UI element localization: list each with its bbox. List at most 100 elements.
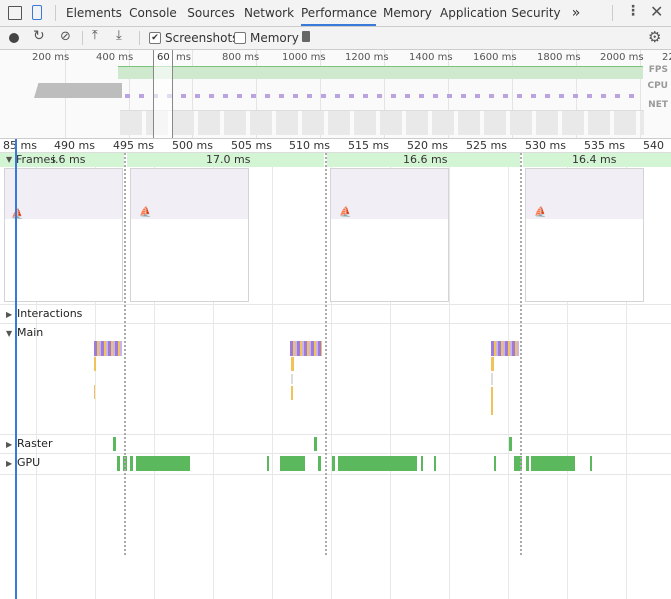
raster-task[interactable] <box>314 437 317 451</box>
frame-screenshot[interactable]: ⛵ <box>330 168 449 302</box>
fps-graph <box>118 66 643 79</box>
selection-duration: 60 <box>157 52 170 63</box>
clear-icon[interactable]: ⊘ <box>60 29 71 44</box>
cpu-area <box>34 83 122 98</box>
tab-elements[interactable]: Elements <box>66 0 122 26</box>
close-icon[interactable]: ✕ <box>650 2 663 21</box>
boat-icon: ⛵ <box>534 207 547 218</box>
gpu-task[interactable] <box>421 456 423 471</box>
overview-tick: 800 ms <box>222 52 260 63</box>
interactions-section-label: Interactions <box>17 307 83 320</box>
ruler-tick: 520 ms <box>407 139 448 152</box>
main-task-block[interactable] <box>94 385 95 399</box>
ruler-tick: 490 ms <box>54 139 95 152</box>
reload-icon[interactable]: ↻ <box>33 28 45 44</box>
trash-icon[interactable] <box>302 31 310 42</box>
settings-gear-icon[interactable]: ⚙ <box>648 28 661 46</box>
gpu-task[interactable] <box>117 456 120 471</box>
tab-console[interactable]: Console <box>128 0 178 26</box>
main-task-block[interactable] <box>491 373 493 385</box>
main-collapse-icon[interactable]: ▼ <box>6 329 12 338</box>
ruler-tick: 510 ms <box>289 139 330 152</box>
timeline-cursor[interactable] <box>15 139 17 599</box>
gpu-task[interactable] <box>318 456 321 471</box>
main-task-block[interactable] <box>491 387 493 415</box>
raster-task[interactable] <box>509 437 512 451</box>
fps-lane-label: FPS <box>648 65 668 75</box>
frame-duration: 16.6 ms <box>403 153 448 166</box>
cpu-lane-label: CPU <box>647 81 668 91</box>
screenshots-checkbox[interactable]: ✔ <box>149 32 161 44</box>
main-task-block[interactable] <box>94 357 96 371</box>
net-lane-label: NET <box>648 100 668 110</box>
time-ruler: 85 ms 490 ms 495 ms 500 ms 505 ms 510 ms… <box>0 139 671 153</box>
boat-icon: ⛵ <box>339 207 352 218</box>
record-icon[interactable] <box>9 33 19 43</box>
more-tabs-icon[interactable]: » <box>566 0 586 26</box>
gpu-task[interactable] <box>590 456 592 471</box>
download-icon[interactable]: ⤓ <box>116 28 122 43</box>
overview-tick: 1800 ms <box>537 52 581 63</box>
main-task-block[interactable] <box>290 341 322 356</box>
performance-toolbar: ↻ ⊘ ⤒ ⤓ ✔ Screenshots Memory ⚙ <box>0 27 671 50</box>
gpu-task[interactable] <box>338 456 417 471</box>
overview-tick: 2000 ms <box>600 52 644 63</box>
tab-sources[interactable]: Sources <box>185 0 237 26</box>
raster-section-label: Raster <box>17 437 53 450</box>
overview-tick: 1400 ms <box>409 52 453 63</box>
gpu-task[interactable] <box>526 456 529 471</box>
inspect-element-icon[interactable] <box>8 6 22 20</box>
memory-label: Memory <box>250 31 299 45</box>
gpu-task[interactable] <box>136 456 190 471</box>
main-task-block[interactable] <box>291 386 293 400</box>
main-task-block[interactable] <box>491 357 494 371</box>
memory-checkbox[interactable] <box>234 32 246 44</box>
raster-task[interactable] <box>113 437 116 451</box>
frames-section-label: Frames <box>16 153 57 166</box>
cpu-activity <box>125 94 643 98</box>
screenshots-label: Screenshots <box>165 31 239 45</box>
ruler-tick: 535 ms <box>584 139 625 152</box>
gpu-task[interactable] <box>280 456 305 471</box>
gpu-task[interactable] <box>531 456 575 471</box>
frame-boundary <box>520 153 522 555</box>
overview-tick: 1200 ms <box>345 52 389 63</box>
ruler-tick: 525 ms <box>466 139 507 152</box>
main-task-block[interactable] <box>491 341 519 356</box>
kebab-menu-icon[interactable]: ⋮ <box>626 3 640 19</box>
tab-performance[interactable]: Performance <box>301 0 377 26</box>
frame-screenshot[interactable]: ⛵ <box>525 168 644 302</box>
main-section-label: Main <box>17 326 44 339</box>
screenshot-strip <box>120 110 644 135</box>
tab-network[interactable]: Network <box>243 0 295 26</box>
frame-boundary <box>124 153 126 555</box>
gpu-task[interactable] <box>434 456 436 471</box>
tab-memory[interactable]: Memory <box>383 0 432 26</box>
devtools-tab-bar: Elements Console Sources Network Perform… <box>0 0 671 27</box>
interactions-expand-icon[interactable]: ▶ <box>6 310 12 319</box>
main-task-block[interactable] <box>94 341 122 356</box>
frame-screenshot[interactable]: ⛵ <box>130 168 249 302</box>
main-task-block[interactable] <box>291 357 294 371</box>
gpu-task[interactable] <box>332 456 335 471</box>
gpu-task[interactable] <box>130 456 133 471</box>
gpu-section-label: GPU <box>17 456 41 469</box>
tab-security[interactable]: Security <box>511 0 561 26</box>
ruler-tick: 500 ms <box>172 139 213 152</box>
frame-screenshot[interactable]: ⛵ <box>4 168 123 302</box>
gpu-expand-icon[interactable]: ▶ <box>6 459 12 468</box>
tab-application[interactable]: Application <box>440 0 507 26</box>
main-task-block[interactable] <box>291 374 293 384</box>
selection-window[interactable] <box>153 50 173 138</box>
timeline-overview[interactable]: 200 ms 400 ms 800 ms 1000 ms 1200 ms 140… <box>0 50 671 139</box>
frame-duration: 17.0 ms <box>206 153 251 166</box>
device-toolbar-icon[interactable] <box>32 5 42 20</box>
frames-expand-icon[interactable]: ▼ <box>6 155 12 164</box>
gpu-task[interactable] <box>494 456 496 471</box>
raster-expand-icon[interactable]: ▶ <box>6 440 12 449</box>
upload-icon[interactable]: ⤒ <box>92 28 98 43</box>
gpu-task[interactable] <box>267 456 269 471</box>
frame-boundary <box>325 153 327 555</box>
frame-duration: i.6 ms <box>52 153 86 166</box>
overview-tick: 1000 ms <box>282 52 326 63</box>
